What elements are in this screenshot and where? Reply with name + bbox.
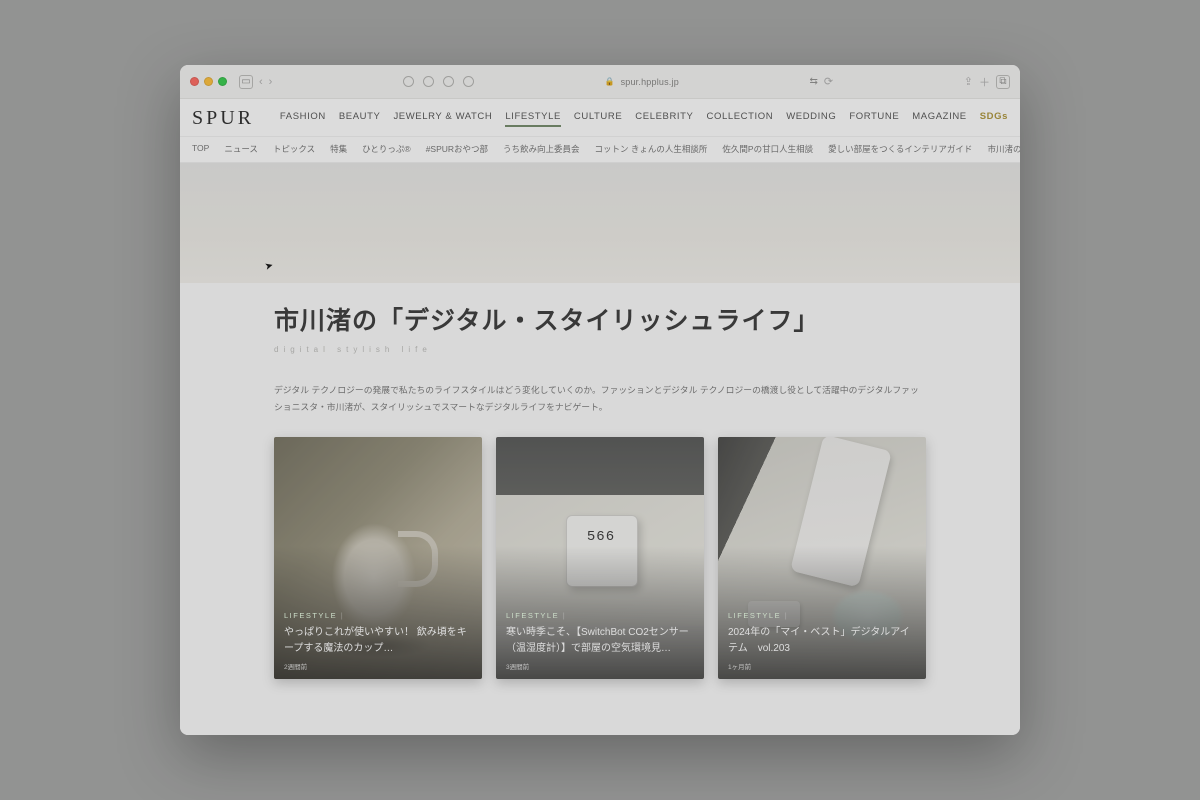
sidebar-toggle-icon[interactable]: ▭: [239, 75, 253, 89]
hero-banner: ➤: [180, 163, 1020, 283]
page-lead: デジタル テクノロジーの発展で私たちのライフスタイルはどう変化していくのか。ファ…: [274, 382, 926, 415]
primary-nav: SPUR FASHION BEAUTY JEWELRY & WATCH LIFESTY…: [180, 99, 1020, 136]
secondary-nav: TOP ニュース トピックス 特集 ひとりっぷ® #SPURおやつ部 うち飲み向上委員会 コッ…: [180, 136, 1020, 162]
reader-icon[interactable]: ⇆: [810, 76, 818, 87]
nav-item-magazine[interactable]: MAGAZINE: [912, 111, 966, 127]
article-card[interactable]: LIFESTYLE 寒い時季こそ、【SwitchBot CO2センサー（温湿度計）…: [496, 437, 704, 679]
card-title: 2024年の「マイ・ベスト」デジタルアイテム vol.203: [728, 625, 916, 656]
lock-icon: 🔒: [605, 77, 615, 86]
article-cards: LIFESTYLE やっぱりこれが使いやすい！ 飲み頃をキープする魔法のカップ… 2…: [274, 437, 926, 679]
extension-icon[interactable]: [423, 76, 434, 87]
nav-item-culture[interactable]: CULTURE: [574, 111, 622, 127]
article-card[interactable]: LIFESTYLE やっぱりこれが使いやすい！ 飲み頃をキープする魔法のカップ… 2…: [274, 437, 482, 679]
card-title: やっぱりこれが使いやすい！ 飲み頃をキープする魔法のカップ…: [284, 625, 472, 656]
card-category: LIFESTYLE: [284, 611, 472, 620]
site-logo[interactable]: SPUR: [192, 107, 254, 130]
nav-item-lifestyle[interactable]: LIFESTYLE: [505, 111, 561, 127]
subnav-item[interactable]: 佐久間Pの甘口人生相談: [722, 143, 813, 155]
subnav-item[interactable]: ニュース: [224, 143, 258, 155]
maximize-window-icon[interactable]: [218, 77, 227, 86]
card-timestamp: 2週間前: [284, 661, 472, 671]
nav-item-fashion[interactable]: FASHION: [280, 111, 326, 127]
nav-item-wedding[interactable]: WEDDING: [786, 111, 836, 127]
nav-item-sdgs[interactable]: SDGs: [980, 111, 1008, 127]
nav-item-celebrity[interactable]: CELEBRITY: [635, 111, 693, 127]
subnav-item[interactable]: トピックス: [273, 143, 315, 155]
subnav-item[interactable]: 愛しい部屋をつくるインテリアガイド: [828, 143, 972, 155]
window-controls[interactable]: [190, 77, 227, 86]
share-button[interactable]: ⇪: [964, 75, 973, 88]
main-content: 市川渚の「デジタル・スタイリッシュライフ」 digital stylish li…: [180, 283, 1020, 735]
page-subtitle: digital stylish life: [274, 345, 926, 354]
card-category: LIFESTYLE: [728, 611, 916, 620]
subnav-item[interactable]: 市川渚の「デジタル: [987, 143, 1020, 155]
extension-icon[interactable]: [463, 76, 474, 87]
subnav-item[interactable]: ひとりっぷ®: [362, 143, 411, 155]
nav-item-jewelry-watch[interactable]: JEWELRY & WATCH: [393, 111, 492, 127]
new-tab-button[interactable]: ＋: [979, 74, 990, 90]
nav-item-collection[interactable]: COLLECTION: [707, 111, 774, 127]
subnav-item[interactable]: 特集: [330, 143, 347, 155]
browser-toolbar: ▭ ‹ › 🔒 spur.hpplus.jp ⇆ ⟳ ⇪ ＋ ⧉: [180, 65, 1020, 99]
card-title: 寒い時季こそ、【SwitchBot CO2センサー（温湿度計）】で部屋の空気環境…: [506, 625, 694, 656]
reload-button[interactable]: ⟳: [824, 75, 833, 88]
subnav-item[interactable]: #SPURおやつ部: [426, 143, 488, 155]
card-timestamp: 3週間前: [506, 661, 694, 671]
browser-window: ▭ ‹ › 🔒 spur.hpplus.jp ⇆ ⟳ ⇪ ＋ ⧉ SPUR FA…: [180, 65, 1020, 735]
address-bar[interactable]: spur.hpplus.jp: [621, 77, 679, 87]
card-category: LIFESTYLE: [506, 611, 694, 620]
back-button[interactable]: ‹: [259, 76, 263, 88]
nav-item-beauty[interactable]: BEAUTY: [339, 111, 381, 127]
extension-icon[interactable]: [403, 76, 414, 87]
nav-item-fortune[interactable]: FORTUNE: [849, 111, 899, 127]
subnav-item[interactable]: TOP: [192, 143, 209, 155]
tabs-overview-icon[interactable]: ⧉: [996, 75, 1010, 89]
page-title: 市川渚の「デジタル・スタイリッシュライフ」: [274, 301, 926, 337]
extension-icons[interactable]: [403, 76, 474, 87]
card-timestamp: 1ヶ月前: [728, 661, 916, 671]
subnav-item[interactable]: うち飲み向上委員会: [503, 143, 580, 155]
site-header: SPUR FASHION BEAUTY JEWELRY & WATCH LIFESTY…: [180, 99, 1020, 163]
forward-button[interactable]: ›: [269, 76, 273, 88]
article-card[interactable]: LIFESTYLE 2024年の「マイ・ベスト」デジタルアイテム vol.203 1…: [718, 437, 926, 679]
extension-icon[interactable]: [443, 76, 454, 87]
cursor-icon: ➤: [264, 260, 275, 273]
close-window-icon[interactable]: [190, 77, 199, 86]
minimize-window-icon[interactable]: [204, 77, 213, 86]
subnav-item[interactable]: コットン きょんの人生相談所: [595, 143, 708, 155]
